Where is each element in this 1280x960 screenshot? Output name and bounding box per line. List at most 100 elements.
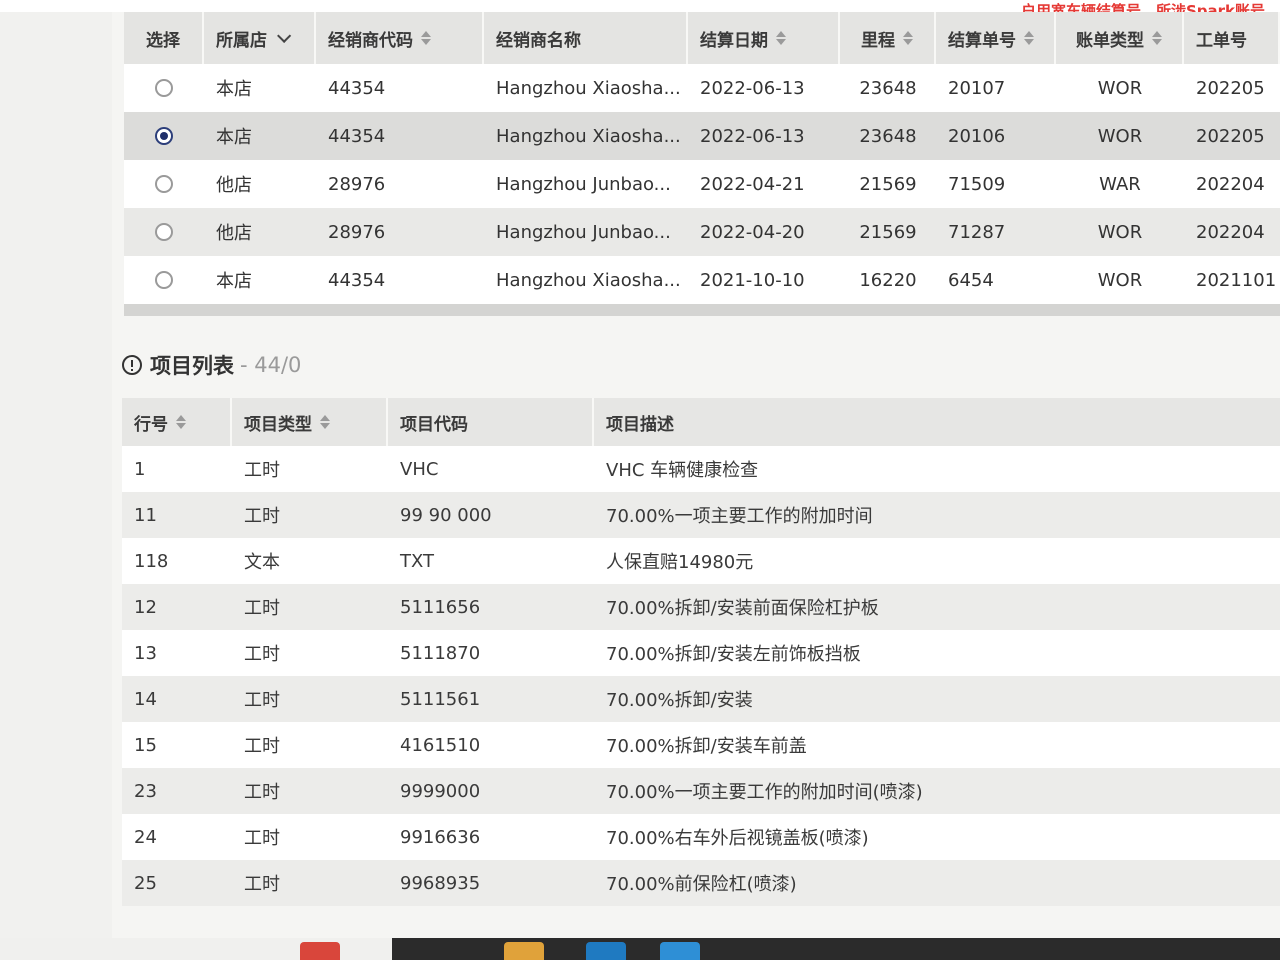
item-code-cell: 5111656 xyxy=(400,596,481,618)
item-code-cell: 9968935 xyxy=(400,872,481,894)
col-mileage-label: 里程 xyxy=(861,30,895,51)
app-icon[interactable] xyxy=(660,942,700,960)
radio-button[interactable] xyxy=(155,79,173,97)
sort-icon[interactable] xyxy=(776,30,786,46)
items-row[interactable]: 1 工时 VHC VHC 车辆健康检查 xyxy=(122,446,1280,492)
col-line-no[interactable]: 行号 xyxy=(122,398,232,446)
col-item-type-label: 项目类型 xyxy=(244,414,312,435)
mileage-cell: 23648 xyxy=(859,125,917,147)
items-row[interactable]: 14 工时 5111561 70.00%拆卸/安装 xyxy=(122,676,1280,722)
item-code-cell: 9916636 xyxy=(400,826,481,848)
dealer-name-cell: Hangzhou Junbao... xyxy=(496,221,671,243)
col-mileage[interactable]: 里程 xyxy=(840,12,936,64)
settle-no-cell: 20107 xyxy=(948,77,1006,99)
horizontal-scrollbar[interactable] xyxy=(124,304,1280,316)
items-row[interactable]: 23 工时 9999000 70.00%一项主要工作的附加时间(喷漆) xyxy=(122,768,1280,814)
bill-type-cell: WOR xyxy=(1097,77,1143,99)
settlement-header-row: 选择 所属店 经销商代码 经销商名称 结算日期 里程 结算单号 账单类型 工单号 xyxy=(124,12,1280,64)
bill-type-cell: WOR xyxy=(1097,125,1143,147)
store-cell: 本店 xyxy=(216,79,252,100)
select-cell[interactable] xyxy=(124,112,204,160)
col-item-desc: 项目描述 xyxy=(606,414,674,435)
item-type-cell: 工时 xyxy=(244,782,280,803)
settlement-row[interactable]: 他店 28976 Hangzhou Junbao... 2022-04-21 2… xyxy=(124,160,1280,208)
settlement-row[interactable]: 本店 44354 Hangzhou Xiaosha... 2021-10-10 … xyxy=(124,256,1280,304)
col-dealer-code[interactable]: 经销商代码 xyxy=(316,12,484,64)
col-wo-no: 工单号 xyxy=(1184,12,1280,64)
sort-icon[interactable] xyxy=(1024,30,1034,46)
col-dealer-name: 经销商名称 xyxy=(484,12,688,64)
sort-icon[interactable] xyxy=(903,30,913,46)
store-cell: 本店 xyxy=(216,271,252,292)
col-item-code: 项目代码 xyxy=(388,398,594,446)
items-row[interactable]: 25 工时 9968935 70.00%前保险杠(喷漆) xyxy=(122,860,1280,906)
dealer-name-cell: Hangzhou Xiaosha... xyxy=(496,269,681,291)
settle-date-cell: 2022-06-13 xyxy=(700,77,805,99)
col-settle-date-label: 结算日期 xyxy=(700,30,768,51)
radio-button[interactable] xyxy=(155,175,173,193)
settle-date-cell: 2022-04-20 xyxy=(700,221,805,243)
line-no-cell: 118 xyxy=(134,550,169,572)
col-bill-type-label: 账单类型 xyxy=(1076,30,1144,51)
settlement-row[interactable]: 他店 28976 Hangzhou Junbao... 2022-04-20 2… xyxy=(124,208,1280,256)
line-no-cell: 23 xyxy=(134,780,157,802)
col-item-type[interactable]: 项目类型 xyxy=(232,398,388,446)
item-desc-cell: 70.00%一项主要工作的附加时间(喷漆) xyxy=(606,782,923,803)
col-settle-date[interactable]: 结算日期 xyxy=(688,12,840,64)
items-header-row: 行号 项目类型 项目代码 项目描述 xyxy=(122,398,1280,446)
radio-button[interactable] xyxy=(155,271,173,289)
wo-no-cell: 202204 xyxy=(1196,173,1265,195)
col-line-no-label: 行号 xyxy=(134,414,168,435)
col-bill-type[interactable]: 账单类型 xyxy=(1056,12,1184,64)
items-row[interactable]: 15 工时 4161510 70.00%拆卸/安装车前盖 xyxy=(122,722,1280,768)
col-store[interactable]: 所属店 xyxy=(204,12,316,64)
item-code-cell: 5111561 xyxy=(400,688,481,710)
items-row[interactable]: 13 工时 5111870 70.00%拆卸/安装左前饰板挡板 xyxy=(122,630,1280,676)
left-gutter xyxy=(0,0,112,960)
sort-icon[interactable] xyxy=(1152,30,1162,46)
settlement-row-selected[interactable]: 本店 44354 Hangzhou Xiaosha... 2022-06-13 … xyxy=(124,112,1280,160)
item-desc-cell: 70.00%拆卸/安装车前盖 xyxy=(606,736,807,757)
items-row[interactable]: 118 文本 TXT 人保直赔14980元 xyxy=(122,538,1280,584)
mileage-cell: 21569 xyxy=(859,221,917,243)
app-icon[interactable] xyxy=(586,942,626,960)
app-icon[interactable] xyxy=(300,942,340,960)
items-row[interactable]: 24 工时 9916636 70.00%右车外后视镜盖板(喷漆) xyxy=(122,814,1280,860)
select-cell[interactable] xyxy=(124,256,204,304)
chevron-down-icon[interactable] xyxy=(277,28,292,43)
select-cell[interactable] xyxy=(124,160,204,208)
app-icon[interactable] xyxy=(504,942,544,960)
bill-type-cell: WOR xyxy=(1097,221,1143,243)
line-no-cell: 12 xyxy=(134,596,157,618)
dealer-name-cell: Hangzhou Junbao... xyxy=(496,173,671,195)
items-row[interactable]: 11 工时 99 90 000 70.00%一项主要工作的附加时间 xyxy=(122,492,1280,538)
col-settle-no[interactable]: 结算单号 xyxy=(936,12,1056,64)
items-row[interactable]: 12 工时 5111656 70.00%拆卸/安装前面保险杠护板 xyxy=(122,584,1280,630)
dealer-name-cell: Hangzhou Xiaosha... xyxy=(496,125,681,147)
item-type-cell: 工时 xyxy=(244,690,280,711)
settlement-row[interactable]: 本店 44354 Hangzhou Xiaosha... 2022-06-13 … xyxy=(124,64,1280,112)
item-code-cell: 9999000 xyxy=(400,780,481,802)
select-cell[interactable] xyxy=(124,208,204,256)
settle-no-cell: 71287 xyxy=(948,221,1006,243)
dealer-code-cell: 28976 xyxy=(328,221,386,243)
col-store-label: 所属店 xyxy=(216,30,267,51)
item-desc-cell: 70.00%拆卸/安装左前饰板挡板 xyxy=(606,644,861,665)
item-desc-cell: 70.00%右车外后视镜盖板(喷漆) xyxy=(606,828,869,849)
sort-icon[interactable] xyxy=(421,30,431,46)
radio-button-checked[interactable] xyxy=(155,127,173,145)
line-no-cell: 25 xyxy=(134,872,157,894)
settle-date-cell: 2021-10-10 xyxy=(700,269,805,291)
item-type-cell: 工时 xyxy=(244,460,280,481)
sort-icon[interactable] xyxy=(176,414,186,430)
line-no-cell: 1 xyxy=(134,458,146,480)
radio-button[interactable] xyxy=(155,223,173,241)
item-code-cell: 5111870 xyxy=(400,642,481,664)
dealer-code-cell: 44354 xyxy=(328,125,386,147)
select-cell[interactable] xyxy=(124,64,204,112)
item-type-cell: 文本 xyxy=(244,552,280,573)
settlement-table: 选择 所属店 经销商代码 经销商名称 结算日期 里程 结算单号 账单类型 工单号… xyxy=(124,12,1280,316)
sort-icon[interactable] xyxy=(320,414,330,430)
screen: …户用宽车辆结算号，所涉Spark账号… 选择 所属店 经销商代码 经销商名称 … xyxy=(0,0,1280,960)
mileage-cell: 16220 xyxy=(859,269,917,291)
